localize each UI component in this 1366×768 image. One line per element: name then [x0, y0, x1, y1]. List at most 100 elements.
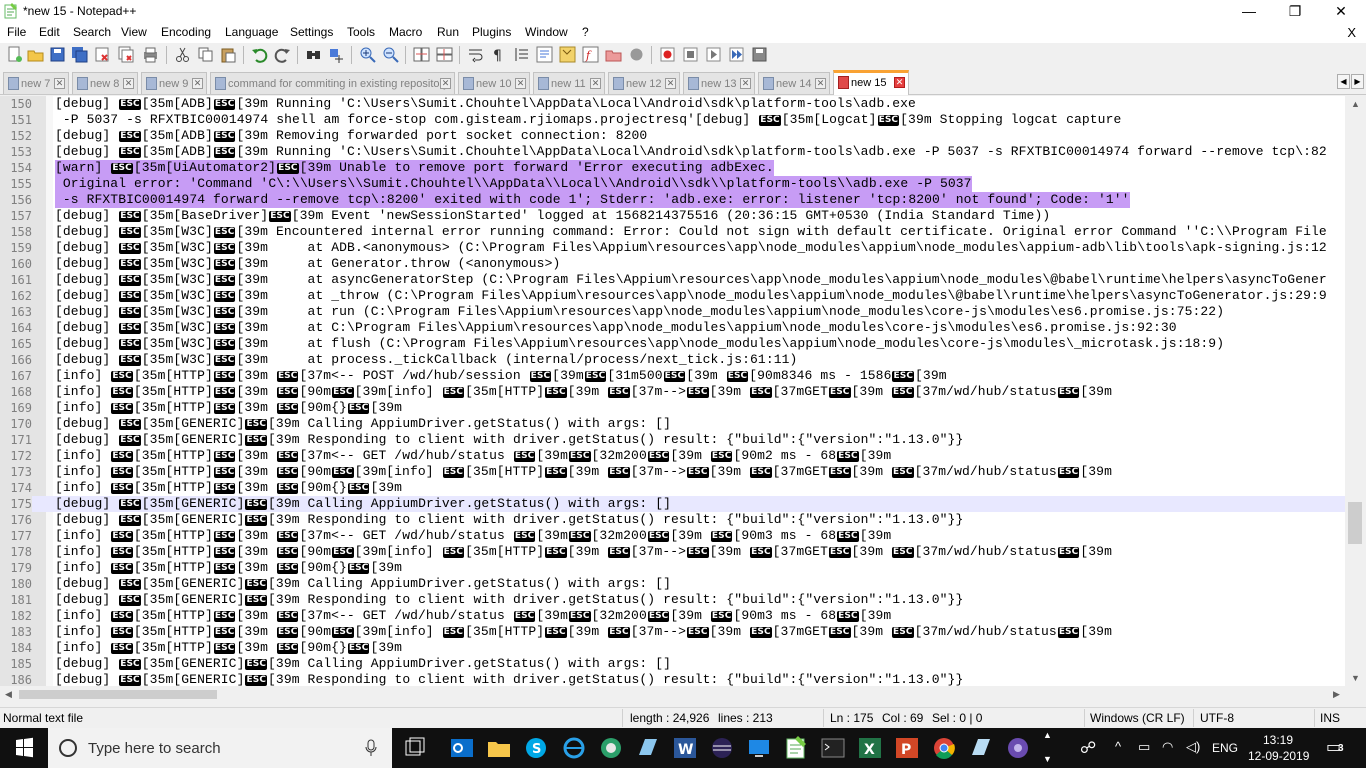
vertical-scroll-thumb[interactable] — [1348, 502, 1362, 544]
editor-line[interactable]: 182 [info] ESC [35m[HTTP] ESC [39m ESC [37m<-… — [0, 608, 1345, 624]
menu-file[interactable]: File — [7, 25, 26, 39]
editor-line[interactable]: 159 [debug] ESC [35m[W3C] ESC [39m at ADB.<a… — [0, 240, 1345, 256]
show-all-chars-icon[interactable]: ¶ — [490, 46, 507, 63]
menu-view[interactable]: View — [121, 25, 147, 39]
language-udl-icon[interactable] — [536, 46, 553, 63]
folder-workspace-icon[interactable] — [605, 46, 622, 63]
editor-line[interactable]: 177 [info] ESC [35m[HTTP] ESC [39m ESC [37m<-… — [0, 528, 1345, 544]
editor-line[interactable]: 165 [debug] ESC [35m[W3C] ESC [39m at flush … — [0, 336, 1345, 352]
editor-line[interactable]: 153 [debug] ESC [35m[ADB] ESC [39m Running '… — [0, 144, 1345, 160]
stop-macro-icon[interactable] — [682, 46, 699, 63]
play-multiple-macro-icon[interactable] — [728, 46, 745, 63]
editor-line[interactable]: 179 [info] ESC [35m[HTTP] ESC [39m ESC [90m{}… — [0, 560, 1345, 576]
editor-line[interactable]: 154 [warn] ESC [35m[UiAutomator2] ESC [39m U… — [0, 160, 1345, 176]
powerpoint-icon[interactable]: P — [894, 735, 920, 761]
menu-tools[interactable]: Tools — [347, 25, 375, 39]
editor-line[interactable]: 173 [info] ESC [35m[HTTP] ESC [39m ESC [90m ES… — [0, 464, 1345, 480]
tab-close-icon[interactable]: ✕ — [590, 78, 601, 89]
open-file-icon[interactable] — [27, 46, 44, 63]
tab-commit-command[interactable]: command for commiting in existing reposi… — [210, 72, 455, 94]
scroll-right-icon[interactable]: ▶ — [1328, 686, 1345, 703]
tab-new-8[interactable]: new 8 ✕ — [72, 72, 138, 94]
save-macro-icon[interactable] — [751, 46, 768, 63]
editor-line[interactable]: 166 [debug] ESC [35m[W3C] ESC [39m at proces… — [0, 352, 1345, 368]
menu-search[interactable]: Search — [73, 25, 111, 39]
skype-icon[interactable]: S — [523, 735, 549, 761]
editor-line[interactable]: 171 [debug] ESC [35m[GENERIC] ESC [39m Respo… — [0, 432, 1345, 448]
editor-line[interactable]: 186 [debug] ESC [35m[GENERIC] ESC [39m Respo… — [0, 672, 1345, 687]
function-list-icon[interactable]: f — [582, 46, 599, 63]
people-icon[interactable]: ☍ — [1080, 738, 1096, 758]
editor-line[interactable]: 162 [debug] ESC [35m[W3C] ESC [39m at _throw… — [0, 288, 1345, 304]
word-icon[interactable]: W — [672, 735, 698, 761]
editor-line[interactable]: 164 [debug] ESC [35m[W3C] ESC [39m at C:\Pro… — [0, 320, 1345, 336]
tab-scroll-right-icon[interactable]: ▶ — [1351, 74, 1364, 89]
zoom-in-icon[interactable] — [359, 46, 376, 63]
wifi-icon[interactable]: ◠ — [1162, 739, 1173, 755]
task-view-icon[interactable] — [402, 735, 428, 761]
editor-line[interactable]: 178 [info] ESC [35m[HTTP] ESC [39m ESC [90m ES… — [0, 544, 1345, 560]
restore-button[interactable]: ❐ — [1272, 0, 1318, 23]
show-hidden-icons-icon[interactable]: ^ — [1115, 739, 1121, 754]
close-document-icon[interactable]: X — [1347, 25, 1356, 40]
tab-new-9[interactable]: new 9 ✕ — [141, 72, 207, 94]
tab-close-icon[interactable]: ✕ — [740, 78, 751, 89]
print-icon[interactable] — [142, 46, 159, 63]
volume-icon[interactable]: ◁) — [1186, 739, 1200, 755]
replace-icon[interactable] — [328, 46, 345, 63]
monitoring-icon[interactable] — [628, 46, 645, 63]
editor-line[interactable]: 151 -P 5037 -s RFXTBIC00014974 shell am … — [0, 112, 1345, 128]
zoom-out-icon[interactable] — [382, 46, 399, 63]
tab-close-icon[interactable]: ✕ — [815, 78, 826, 89]
editor-line[interactable]: 181 [debug] ESC [35m[GENERIC] ESC [39m Respo… — [0, 592, 1345, 608]
file-explorer-icon[interactable] — [486, 735, 512, 761]
paste-icon[interactable] — [220, 46, 237, 63]
close-button[interactable]: ✕ — [1318, 0, 1364, 23]
taskbar-overflow-icon[interactable]: ▲ — [1043, 730, 1052, 740]
editor-line[interactable]: 157 [debug] ESC [35m[BaseDriver] ESC [39m Ev… — [0, 208, 1345, 224]
editor-line[interactable]: 184 [info] ESC [35m[HTTP] ESC [39m ESC [90m{}… — [0, 640, 1345, 656]
close-file-icon[interactable] — [94, 46, 111, 63]
scroll-down-icon[interactable]: ▼ — [1345, 670, 1366, 687]
editor-line[interactable]: 150 [debug] ESC [35m[ADB] ESC [39m Running '… — [0, 96, 1345, 112]
editor-line[interactable]: 174 [info] ESC [35m[HTTP] ESC [39m ESC [90m{}… — [0, 480, 1345, 496]
redo-icon[interactable] — [274, 46, 291, 63]
editor[interactable]: 150 [debug] ESC [35m[ADB] ESC [39m Running '… — [0, 96, 1366, 687]
browser-globe-icon[interactable] — [598, 735, 624, 761]
save-icon[interactable] — [49, 46, 66, 63]
tab-new-12[interactable]: new 12 ✕ — [608, 72, 680, 94]
chrome-icon[interactable] — [931, 735, 957, 761]
editor-line[interactable]: 175 [debug] ESC [35m[GENERIC] ESC [39m Calli… — [0, 496, 1345, 512]
find-icon[interactable] — [305, 46, 322, 63]
editor-line[interactable]: 169 [info] ESC [35m[HTTP] ESC [39m ESC [90m{}… — [0, 400, 1345, 416]
editor-line[interactable]: 180 [debug] ESC [35m[GENERIC] ESC [39m Calli… — [0, 576, 1345, 592]
menu-window[interactable]: Window — [525, 25, 568, 39]
tab-new-13[interactable]: new 13 ✕ — [683, 72, 755, 94]
editor-line[interactable]: 160 [debug] ESC [35m[W3C] ESC [39m at Genera… — [0, 256, 1345, 272]
language-indicator[interactable]: ENG — [1212, 741, 1238, 755]
tab-scroll-left-icon[interactable]: ◀ — [1337, 74, 1350, 89]
vertical-scrollbar[interactable]: ▲ ▼ — [1345, 96, 1366, 687]
outlook-icon[interactable] — [449, 735, 475, 761]
sync-horizontal-icon[interactable] — [436, 46, 453, 63]
editor-line[interactable]: 183 [info] ESC [35m[HTTP] ESC [39m ESC [90m ES… — [0, 624, 1345, 640]
editor-line[interactable]: 155 Original error: 'Command 'C\:\\Users… — [0, 176, 1345, 192]
horizontal-scroll-thumb[interactable] — [19, 690, 217, 699]
undo-icon[interactable] — [251, 46, 268, 63]
menu-settings[interactable]: Settings — [290, 25, 333, 39]
copy-icon[interactable] — [197, 46, 214, 63]
editor-line[interactable]: 158 [debug] ESC [35m[W3C] ESC [39m Encounter… — [0, 224, 1345, 240]
windows-start-icon[interactable] — [0, 728, 48, 768]
tab-new-11[interactable]: new 11 ✕ — [533, 72, 605, 94]
app-light-blue-icon[interactable] — [968, 735, 994, 761]
taskbar-search-box[interactable]: Type here to search — [48, 728, 392, 768]
editor-line[interactable]: 168 [info] ESC [35m[HTTP] ESC [39m ESC [90m ES… — [0, 384, 1345, 400]
scroll-left-icon[interactable]: ◀ — [0, 686, 17, 703]
notepadpp-taskbar-icon[interactable] — [783, 735, 809, 761]
menu-encoding[interactable]: Encoding — [161, 25, 211, 39]
menu-language[interactable]: Language — [225, 25, 278, 39]
tab-close-icon[interactable]: ✕ — [665, 78, 676, 89]
editor-line[interactable]: 172 [info] ESC [35m[HTTP] ESC [39m ESC [37m<-… — [0, 448, 1345, 464]
tab-close-icon[interactable]: ✕ — [123, 78, 134, 89]
scroll-up-icon[interactable]: ▲ — [1345, 96, 1366, 113]
